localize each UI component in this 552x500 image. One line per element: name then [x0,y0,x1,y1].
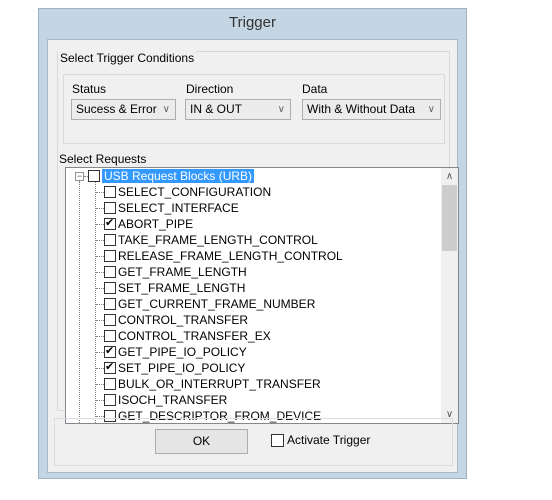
tree-item[interactable]: GET_PIPE_IO_POLICY [104,344,247,360]
tree-item[interactable]: BULK_OR_INTERRUPT_TRANSFER [104,376,321,392]
tree-connector [96,368,104,369]
status-label: Status [72,82,107,96]
request-checkbox[interactable] [104,186,116,198]
request-checkbox[interactable] [104,250,116,262]
scrollbar-thumb[interactable] [442,185,457,251]
request-label: CONTROL_TRANSFER_EX [118,329,271,343]
conditions-panel: Status Sucess & Error ∨ Direction IN & O… [63,74,445,144]
tree-item[interactable]: RELEASE_FRAME_LENGTH_CONTROL [104,248,343,264]
activate-trigger-checkbox[interactable] [271,433,284,447]
tree-connector [79,181,80,423]
tree-item[interactable]: GET_CURRENT_FRAME_NUMBER [104,296,315,312]
request-label: ISOCH_TRANSFER [118,393,228,407]
tree-connector [95,181,96,423]
request-label: ABORT_PIPE [118,217,194,231]
request-label: BULK_OR_INTERRUPT_TRANSFER [118,377,321,391]
ok-button[interactable]: OK [155,429,248,454]
tree-item[interactable]: ISOCH_TRANSFER [104,392,227,408]
tree-item[interactable]: SELECT_INTERFACE [104,200,239,216]
collapse-icon[interactable]: − [75,172,84,181]
status-value: Sucess & Error [76,102,157,116]
tree-connector [96,320,104,321]
tree-connector [96,400,104,401]
group-label: Select Trigger Conditions [58,51,197,65]
tree-connector [96,224,104,225]
request-checkbox[interactable] [104,394,116,406]
request-checkbox[interactable] [104,360,116,374]
request-checkbox[interactable] [104,378,116,390]
request-label: GET_FRAME_LENGTH [118,265,247,279]
tree-connector [96,352,104,353]
request-checkbox[interactable] [104,202,116,214]
request-label: RELEASE_FRAME_LENGTH_CONTROL [118,249,343,263]
direction-label: Direction [186,82,234,96]
tree-connector [96,416,104,417]
trigger-dialog: Trigger Select Trigger Conditions Status… [38,8,467,479]
tree-item[interactable]: ABORT_PIPE [104,216,193,232]
request-label: GET_PIPE_IO_POLICY [118,345,247,359]
tree-connector [96,304,104,305]
request-label: SELECT_CONFIGURATION [118,185,272,199]
dialog-title: Trigger [229,14,276,31]
requests-tree[interactable]: − USB Request Blocks (URB) SELECT_CONFIG… [65,167,459,424]
request-label: GET_CURRENT_FRAME_NUMBER [118,297,316,311]
request-checkbox[interactable] [104,282,116,294]
tree-connector [96,288,104,289]
tree-item[interactable]: TAKE_FRAME_LENGTH_CONTROL [104,232,318,248]
tree-connector [96,336,104,337]
root-label: USB Request Blocks (URB) [102,169,255,183]
activate-trigger-label: Activate Trigger [287,433,371,447]
tree-item[interactable]: SELECT_CONFIGURATION [104,184,271,200]
tree-scrollbar[interactable]: ∧ ∨ [441,168,458,423]
request-checkbox[interactable] [104,330,116,342]
request-label: SET_PIPE_IO_POLICY [118,361,246,375]
data-select[interactable]: With & Without Data ∨ [302,99,441,120]
chevron-down-icon: ∨ [277,104,285,115]
status-select[interactable]: Sucess & Error ∨ [71,99,176,120]
root-checkbox[interactable] [88,170,100,182]
request-label: SELECT_INTERFACE [118,201,239,215]
chevron-down-icon: ∨ [162,104,170,115]
chevron-up-icon[interactable]: ∧ [441,168,458,185]
request-checkbox[interactable] [104,216,116,230]
request-label: TAKE_FRAME_LENGTH_CONTROL [118,233,318,247]
request-checkbox[interactable] [104,266,116,278]
request-label: SET_FRAME_LENGTH [118,281,246,295]
tree-root[interactable]: USB Request Blocks (URB) [88,168,255,184]
request-checkbox[interactable] [104,234,116,246]
tree-connector [96,272,104,273]
request-checkbox[interactable] [104,314,116,326]
data-label: Data [302,82,328,96]
tree-item[interactable]: SET_PIPE_IO_POLICY [104,360,245,376]
request-checkbox[interactable] [104,298,116,310]
tree-item[interactable]: SET_FRAME_LENGTH [104,280,245,296]
direction-select[interactable]: IN & OUT ∨ [185,99,291,120]
chevron-down-icon: ∨ [427,104,435,115]
tree-item[interactable]: CONTROL_TRANSFER [104,312,248,328]
tree-connector [96,256,104,257]
request-label: CONTROL_TRANSFER [118,313,249,327]
trigger-conditions-group: Select Trigger Conditions Status Sucess … [57,51,459,424]
tree-connector [96,192,104,193]
request-checkbox[interactable] [104,344,116,358]
activate-trigger-toggle[interactable]: Activate Trigger [271,433,370,447]
data-value: With & Without Data [307,102,416,116]
direction-value: IN & OUT [190,102,243,116]
tree-connector [96,384,104,385]
tree-item[interactable]: CONTROL_TRANSFER_EX [104,328,271,344]
dialog-client-area: Select Trigger Conditions Status Sucess … [47,39,459,473]
tree-connector [96,240,104,241]
select-requests-label: Select Requests [59,152,147,166]
footer-panel: OK Activate Trigger [54,418,453,466]
tree-connector [96,208,104,209]
tree-item[interactable]: GET_FRAME_LENGTH [104,264,247,280]
